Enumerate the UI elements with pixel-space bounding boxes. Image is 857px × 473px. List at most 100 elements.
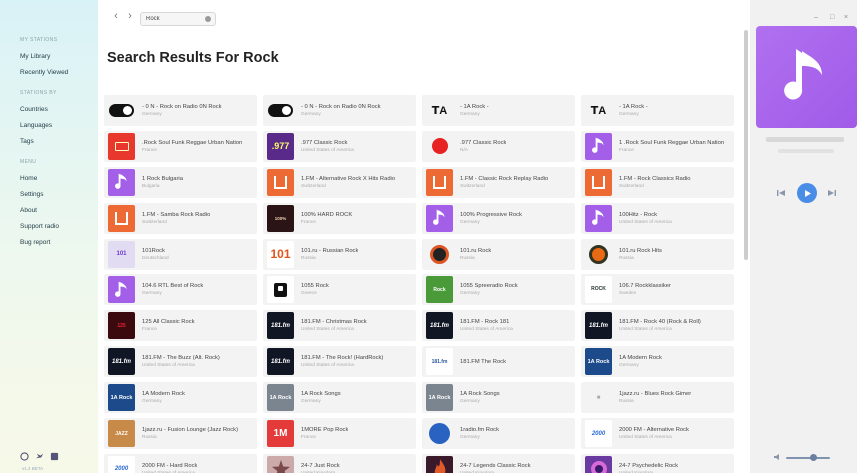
station-name: 1055 Spreeradio Rock — [460, 283, 518, 290]
station-logo-text: Rock — [433, 286, 446, 293]
station-logo — [585, 132, 612, 160]
social-links — [20, 452, 59, 461]
station-card[interactable]: Rock 1055 Spreeradio Rock Germany — [422, 274, 575, 306]
previous-button[interactable] — [772, 184, 790, 202]
station-logo-text: 100% — [274, 215, 287, 221]
station-logo — [108, 204, 135, 232]
station-card[interactable]: 1radio.fm Rock Germany — [422, 418, 575, 450]
station-country: France — [142, 327, 157, 333]
station-card[interactable]: .Rock Soul Funk Reggae Urban Nation Franc… — [104, 130, 257, 162]
station-card[interactable]: 2000 2000 FM - Alternative Rock United Sta… — [581, 418, 734, 450]
station-logo: 181.fm — [267, 348, 294, 376]
station-card[interactable]: 181.fm 181.FM The Rock — [422, 346, 575, 378]
station-card[interactable]: 1A Rock 1A Rock Songs Germany — [263, 382, 416, 414]
station-card[interactable]: 24-7 Psychedelic RockUnited Kingdom — [581, 453, 734, 473]
station-card[interactable]: 101 101.ru - Russian Rock Russia — [263, 238, 416, 270]
station-card[interactable]: 1 Rock Bulgaria Bulgaria — [104, 166, 257, 198]
sidebar-item-about[interactable]: About — [0, 203, 98, 219]
github-icon[interactable] — [20, 452, 29, 461]
station-country: Germany — [619, 112, 639, 117]
station-card[interactable]: - 0 N - Rock on Radio 0N Rock Germany — [263, 95, 416, 126]
station-name: 1.FM - Rock Classics Radio — [619, 175, 691, 182]
station-card[interactable]: 1055 Rock Greece — [263, 274, 416, 306]
station-card[interactable]: ROCK 106.7 Rockklassiker Sweden — [581, 274, 734, 306]
station-card[interactable]: ꓔA - 1A Rock - Germany — [581, 95, 734, 126]
sidebar-item-home[interactable]: Home — [0, 171, 98, 187]
station-logo: JAZZ — [108, 420, 135, 448]
station-card[interactable]: 1 .Rock Soul Funk Reggae Urban Nation Fra… — [581, 130, 734, 162]
station-name: - 1A Rock - — [460, 104, 489, 110]
station-card[interactable]: 100Hitz - Rock United States of America — [581, 202, 734, 234]
station-card[interactable]: 100% Progressive Rock Germany — [422, 202, 575, 234]
station-card[interactable]: 101.ru Rock Hits Russia — [581, 238, 734, 270]
station-logo-text: 101 — [270, 247, 291, 262]
minimize-button[interactable]: – — [814, 14, 818, 21]
back-button[interactable]: ‹ — [110, 10, 122, 22]
clear-search-icon[interactable] — [205, 16, 211, 22]
station-country: United States of America — [460, 327, 513, 333]
station-country: Germany — [301, 112, 321, 117]
station-card[interactable]: 1.FM - Classic Rock Replay Radio Switzerl… — [422, 166, 575, 198]
station-card[interactable]: 1.FM - Alternative Rock X Hits Radio Swit… — [263, 166, 416, 198]
station-card[interactable]: 24-7 Legends Classic RockUnited Kingdom — [422, 453, 575, 473]
volume-icon — [774, 454, 779, 460]
station-card[interactable]: 1A Rock 1A Modern Rock Germany — [104, 382, 257, 414]
station-card[interactable]: 181.fm 181.FM - Rock 40 (Rock & Roll) Unit… — [581, 310, 734, 342]
close-button[interactable]: × — [844, 14, 848, 21]
station-card[interactable]: ■ 1jazz.ru - Blues Rock Gimer Russia — [581, 382, 734, 414]
volume-slider[interactable] — [786, 457, 830, 459]
sidebar-item-recently-viewed[interactable]: Recently Viewed — [0, 65, 98, 81]
forward-button[interactable]: › — [124, 10, 136, 22]
station-card[interactable]: 1A Rock 1A Rock Songs Germany — [422, 382, 575, 414]
sidebar-item-bug-report[interactable]: Bug report — [0, 235, 98, 251]
station-card[interactable]: JAZZ 1jazz.ru - Fusion Lounge (Jazz Rock)… — [104, 418, 257, 450]
station-country: France — [619, 147, 634, 153]
station-card[interactable]: - 0 N - Rock on Radio 0N Rock Germany — [104, 95, 257, 126]
station-logo: 125 — [108, 312, 135, 340]
station-name: 100Hitz - Rock — [619, 211, 658, 218]
station-card[interactable]: 181.fm 181.FM - Rock 181 United States of … — [422, 310, 575, 342]
play-button[interactable] — [797, 183, 817, 203]
station-country: Russia — [619, 399, 634, 405]
station-card[interactable]: 24-7 Just RockUnited Kingdom — [263, 453, 416, 473]
station-name: 125 All Classic Rock — [142, 319, 195, 326]
sidebar-item-tags[interactable]: Tags — [0, 134, 98, 150]
station-name: 181.FM - Rock 40 (Rock & Roll) — [619, 319, 701, 326]
station-card[interactable]: 181.fm 181.FM - The Buzz (Alt. Rock) Unite… — [104, 346, 257, 378]
facebook-icon[interactable] — [50, 452, 59, 461]
scrollbar[interactable] — [744, 30, 748, 260]
station-card[interactable]: 101.ru Rock Russia — [422, 238, 575, 270]
station-card[interactable]: .977 .977 Classic Rock United States of Am… — [263, 130, 416, 162]
station-card[interactable]: 1M 1MORE Pop Rock France — [263, 418, 416, 450]
station-logo: 181.fm — [267, 312, 294, 340]
sidebar-item-support-radio[interactable]: Support radio — [0, 219, 98, 235]
station-card[interactable]: 1.FM - Samba Rock Radio Switzerland — [104, 202, 257, 234]
sidebar-item-my-library[interactable]: My Library — [0, 49, 98, 65]
station-card[interactable]: 100% 100% HARD ROCK France — [263, 202, 416, 234]
station-card[interactable]: 181.fm 181.FM - Christmas Rock United Stat… — [263, 310, 416, 342]
sidebar-item-countries[interactable]: Countries — [0, 102, 98, 118]
sidebar-item-languages[interactable]: Languages — [0, 118, 98, 134]
station-logo — [267, 97, 294, 124]
sidebar-item-settings[interactable]: Settings — [0, 187, 98, 203]
station-card[interactable]: 101 101Rock Deutschland — [104, 238, 257, 270]
station-card[interactable]: 125 125 All Classic Rock France — [104, 310, 257, 342]
volume-handle[interactable] — [810, 454, 817, 461]
twitter-icon[interactable] — [35, 452, 44, 461]
next-button[interactable] — [823, 184, 841, 202]
station-name: 181.FM - The Buzz (Alt. Rock) — [142, 355, 220, 362]
station-logo: ꓔA — [426, 97, 453, 124]
station-card[interactable]: 104.6 RTL Best of Rock Germany — [104, 274, 257, 306]
station-country: Bulgaria — [142, 183, 160, 189]
station-card[interactable]: ꓔA - 1A Rock - Germany — [422, 95, 575, 126]
station-card[interactable]: 181.fm 181.FM - The Rock! (HardRock) Unite… — [263, 346, 416, 378]
station-card[interactable]: 1A Rock 1A Modern Rock Germany — [581, 346, 734, 378]
station-name: 1055 Rock — [301, 283, 329, 290]
station-card[interactable]: .977 Classic Rock N/A — [422, 130, 575, 162]
station-card[interactable]: 1.FM - Rock Classics Radio Switzerland — [581, 166, 734, 198]
maximize-button[interactable]: □ — [830, 14, 834, 21]
station-country: Switzerland — [460, 183, 485, 189]
station-logo: 100% — [267, 204, 294, 232]
station-card[interactable]: 20002000 FM - Hard RockUnited States of … — [104, 453, 257, 473]
station-name: - 1A Rock - — [619, 104, 648, 110]
